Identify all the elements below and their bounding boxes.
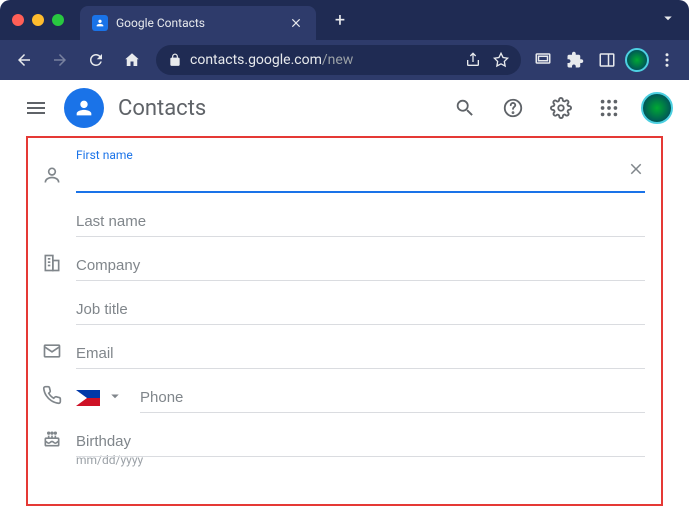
window-controls: [12, 14, 64, 26]
nav-reload-button[interactable]: [80, 44, 112, 76]
google-apps-button[interactable]: [589, 88, 629, 128]
person-icon: [36, 165, 68, 185]
birthday-icon: [36, 429, 68, 449]
browser-tab[interactable]: Google Contacts: [80, 6, 316, 40]
bookmark-star-icon[interactable]: [493, 52, 509, 68]
extensions-icon[interactable]: [561, 46, 589, 74]
phone-icon: [36, 385, 68, 405]
nav-forward-button[interactable]: [44, 44, 76, 76]
chevron-down-icon: [106, 387, 124, 409]
search-button[interactable]: [445, 88, 485, 128]
browser-toolbar: contacts.google.com/new: [0, 40, 689, 80]
company-icon: [36, 253, 68, 273]
app-header: Contacts: [0, 80, 689, 136]
tab-close-icon[interactable]: [288, 15, 304, 31]
tabs-dropdown-icon[interactable]: [655, 5, 681, 35]
share-icon[interactable]: [465, 52, 481, 68]
lock-icon: [168, 53, 182, 67]
app-title: Contacts: [118, 96, 206, 121]
new-tab-button[interactable]: +: [326, 6, 354, 34]
first-name-input[interactable]: [76, 162, 645, 193]
email-icon: [36, 341, 68, 361]
window-close[interactable]: [12, 14, 24, 26]
tab-favicon-icon: [92, 15, 108, 31]
job-title-input[interactable]: [76, 295, 645, 325]
profile-avatar-small[interactable]: [625, 48, 649, 72]
account-avatar[interactable]: [641, 92, 673, 124]
nav-back-button[interactable]: [8, 44, 40, 76]
close-form-button[interactable]: [627, 160, 645, 182]
tab-title: Google Contacts: [116, 16, 280, 30]
contacts-logo-icon: [64, 88, 104, 128]
first-name-label: First name: [76, 148, 133, 162]
phone-input[interactable]: [140, 383, 645, 413]
address-bar[interactable]: contacts.google.com/new: [156, 45, 521, 75]
help-button[interactable]: [493, 88, 533, 128]
main-menu-button[interactable]: [12, 84, 60, 132]
browser-titlebar: Google Contacts +: [0, 0, 689, 40]
settings-button[interactable]: [541, 88, 581, 128]
flag-ph-icon: [76, 390, 100, 406]
nav-home-button[interactable]: [116, 44, 148, 76]
devices-icon[interactable]: [529, 46, 557, 74]
last-name-input[interactable]: [76, 207, 645, 237]
chrome-menu-icon[interactable]: [653, 46, 681, 74]
new-contact-form: First name: [26, 136, 663, 506]
birthday-input[interactable]: [76, 427, 645, 457]
phone-country-select[interactable]: [76, 387, 124, 409]
email-input[interactable]: [76, 339, 645, 369]
window-maximize[interactable]: [52, 14, 64, 26]
company-input[interactable]: [76, 251, 645, 281]
window-minimize[interactable]: [32, 14, 44, 26]
sidepanel-icon[interactable]: [593, 46, 621, 74]
url-text: contacts.google.com/new: [190, 52, 453, 68]
